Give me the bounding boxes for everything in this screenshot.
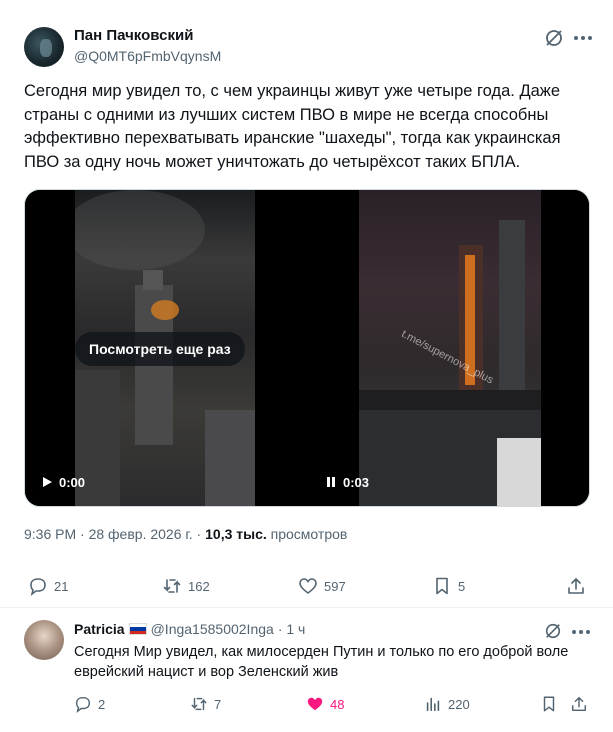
reply-repost-count: 7 <box>214 696 222 712</box>
reply-author-name[interactable]: Patricia <box>74 621 125 637</box>
heart-icon <box>299 578 317 595</box>
main-post: Пан Пачковский @Q0MT6pFmbVqynsM Сегодня … <box>0 0 613 608</box>
author-avatar[interactable] <box>24 27 64 67</box>
reply-views-count: 220 <box>448 696 470 712</box>
more-options-icon[interactable] <box>574 36 594 42</box>
reply-views-button[interactable]: 220 <box>424 693 470 715</box>
share-icon <box>568 578 584 594</box>
play-icon[interactable] <box>41 476 53 488</box>
reply-share-button[interactable] <box>570 693 588 715</box>
russia-flag-icon <box>128 623 147 635</box>
like-button[interactable]: 597 <box>298 572 346 600</box>
views-label: просмотров <box>270 526 348 542</box>
reply-header: Patricia @Inga1585002Inga · 1 ч <box>74 621 305 637</box>
video-right[interactable]: t.me/supernova_plus 0:03 <box>309 190 589 506</box>
repost-button[interactable]: 162 <box>162 572 210 600</box>
video-right-controls: 0:03 <box>325 472 369 492</box>
reply-actions: 2 7 48 220 <box>0 693 613 715</box>
media-container: Посмотреть еще раз 0:00 t.me/supernova_p… <box>24 189 590 507</box>
reply-icon <box>30 578 46 596</box>
reply-count: 21 <box>54 578 69 594</box>
reply-like-button[interactable]: 48 <box>306 693 344 715</box>
reply-reply-button[interactable]: 2 <box>74 693 105 715</box>
video-left-time: 0:00 <box>59 474 86 490</box>
grok-icon[interactable] <box>544 622 562 640</box>
grok-icon[interactable] <box>544 28 564 48</box>
post-actions: 21 162 597 5 <box>0 572 613 600</box>
pause-icon[interactable] <box>325 476 337 488</box>
heart-filled-icon <box>307 697 323 711</box>
reply-text: Сегодня Мир увидел, как милосерден Путин… <box>74 644 569 680</box>
author-name[interactable]: Пан Пачковский <box>74 27 193 44</box>
video-right-time: 0:03 <box>343 474 370 490</box>
reply-like-count: 48 <box>330 696 345 712</box>
reply-more-options-icon[interactable] <box>572 630 592 636</box>
video-left[interactable]: Посмотреть еще раз 0:00 <box>25 190 306 506</box>
reply-time[interactable]: · 1 ч <box>278 621 306 637</box>
share-icon <box>571 696 587 712</box>
reply-icon <box>75 696 91 713</box>
post-timestamp[interactable]: 9:36 PM · 28 февр. 2026 г. · <box>24 526 201 542</box>
bookmark-button[interactable]: 5 <box>432 572 465 600</box>
bookmark-count: 5 <box>458 578 466 594</box>
like-count: 597 <box>324 578 346 594</box>
reply-reply-count: 2 <box>98 696 106 712</box>
share-button[interactable] <box>566 572 586 600</box>
views-count: 10,3 тыс. <box>205 526 267 542</box>
repost-icon <box>163 579 181 593</box>
repost-count: 162 <box>188 578 210 594</box>
bookmark-icon <box>436 577 448 595</box>
reply-button[interactable]: 21 <box>28 572 68 600</box>
video-frame-right <box>359 190 541 506</box>
reply-bookmark-button[interactable] <box>540 693 558 715</box>
reply-repost-button[interactable]: 7 <box>190 693 221 715</box>
post-text: Сегодня мир увидел то, с чем украинцы жи… <box>24 82 561 171</box>
reply-author-avatar[interactable] <box>24 620 64 660</box>
replay-button[interactable]: Посмотреть еще раз <box>75 332 245 366</box>
post-meta: 9:36 PM · 28 февр. 2026 г. · 10,3 тыс. п… <box>24 526 347 542</box>
reply-author-handle[interactable]: @Inga1585002Inga <box>151 621 274 637</box>
bookmark-icon <box>543 696 555 712</box>
author-handle[interactable]: @Q0MT6pFmbVqynsM <box>74 48 221 64</box>
video-left-controls: 0:00 <box>41 472 85 492</box>
repost-icon <box>191 697 207 711</box>
views-icon <box>426 697 440 712</box>
